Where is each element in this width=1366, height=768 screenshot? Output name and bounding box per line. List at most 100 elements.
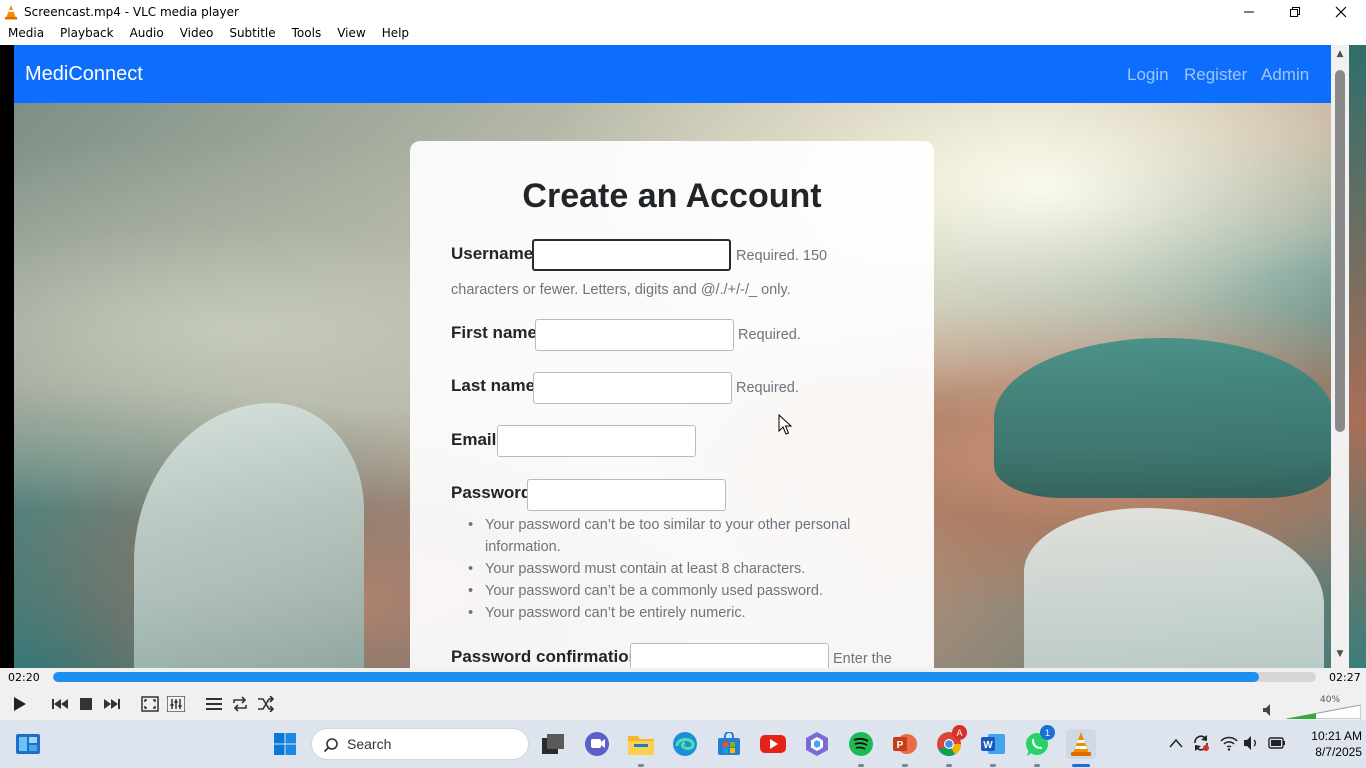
start-button[interactable] [270, 729, 300, 759]
previous-icon [52, 699, 68, 709]
seek-slider[interactable] [53, 672, 1316, 682]
widgets-button[interactable] [13, 729, 43, 759]
playback-controls: 40% [0, 688, 1366, 720]
playlist-button[interactable] [203, 693, 225, 715]
password-rule: Your password can’t be too similar to yo… [452, 514, 892, 536]
volume-slider[interactable] [1286, 705, 1361, 719]
teams-chat-button[interactable] [582, 729, 612, 759]
vlc-cone-icon [5, 4, 17, 19]
total-time: 02:27 [1329, 671, 1361, 684]
menu-tools[interactable]: Tools [284, 23, 330, 44]
menu-help[interactable]: Help [374, 23, 417, 44]
running-indicator [990, 764, 996, 767]
mouse-cursor-icon [778, 414, 792, 435]
running-indicator [902, 764, 908, 767]
sync-icon[interactable] [1192, 734, 1210, 752]
play-icon [14, 697, 26, 711]
site-brand[interactable]: MediConnect [25, 63, 143, 86]
username-input[interactable] [532, 239, 731, 271]
nav-register[interactable]: Register [1184, 65, 1247, 85]
word-button[interactable]: W [978, 729, 1008, 759]
loop-button[interactable] [229, 693, 251, 715]
powerpoint-button[interactable]: P [890, 729, 920, 759]
spotify-button[interactable] [846, 729, 876, 759]
clock[interactable]: 10:21 AM 8/7/2025 [1290, 728, 1362, 760]
volume-percent: 40% [1320, 695, 1341, 705]
password-confirmation-input[interactable] [630, 643, 829, 668]
menu-audio[interactable]: Audio [122, 23, 172, 44]
shuffle-button[interactable] [255, 693, 277, 715]
menu-subtitle[interactable]: Subtitle [221, 23, 283, 44]
password-rules-list: Your password can’t be too similar to yo… [452, 514, 892, 624]
close-icon [1335, 6, 1347, 17]
menu-media[interactable]: Media [0, 23, 52, 44]
fullscreen-button[interactable] [139, 693, 161, 715]
password-confirmation-label: Password confirmation [451, 647, 639, 666]
password-rule-cont: information. [485, 539, 561, 555]
playlist-icon [206, 698, 222, 710]
vlc-taskbar-button[interactable] [1066, 729, 1096, 759]
task-view-icon [542, 734, 564, 754]
menu-playback[interactable]: Playback [52, 23, 122, 44]
youtube-button[interactable] [758, 729, 788, 759]
previous-button[interactable] [49, 693, 71, 715]
menu-video[interactable]: Video [172, 23, 222, 44]
password-rule: Your password can’t be entirely numeric. [452, 602, 892, 624]
chrome-profile-badge: A [952, 725, 967, 740]
last-name-input[interactable] [533, 372, 732, 404]
nav-admin[interactable]: Admin [1261, 65, 1309, 85]
wifi-icon[interactable] [1220, 735, 1238, 751]
edge-button[interactable] [670, 729, 700, 759]
vlc-icon [1071, 732, 1091, 756]
running-indicator [858, 764, 864, 767]
site-navbar: MediConnect Login Register Admin [14, 45, 1331, 103]
svg-text:P: P [897, 740, 904, 751]
scroll-down-icon[interactable]: ▼ [1335, 649, 1345, 659]
first-name-label: First name [451, 323, 537, 342]
copilot-button[interactable] [802, 729, 832, 759]
whatsapp-unread-badge: 1 [1040, 725, 1055, 740]
email-input[interactable] [497, 425, 696, 457]
chevron-up-icon[interactable] [1169, 738, 1183, 748]
task-view-button[interactable] [538, 729, 568, 759]
play-button[interactable] [6, 691, 32, 717]
next-button[interactable] [101, 693, 123, 715]
video-area[interactable]: MediConnect Login Register Admin Create … [0, 45, 1366, 668]
battery-icon[interactable] [1268, 735, 1286, 751]
password-label: Password [451, 483, 532, 502]
username-label: Username [451, 244, 534, 263]
fullscreen-icon [141, 696, 159, 712]
equalizer-icon [167, 696, 185, 712]
minimize-icon [1244, 11, 1254, 12]
page-scrollbar[interactable]: ▲ ▼ [1331, 45, 1349, 668]
password-input[interactable] [527, 479, 726, 511]
file-explorer-button[interactable] [626, 729, 656, 759]
nav-login[interactable]: Login [1127, 65, 1169, 85]
password-confirmation-help: Enter the [833, 651, 892, 667]
volume-icon[interactable] [1262, 703, 1276, 717]
scroll-up-icon[interactable]: ▲ [1335, 49, 1345, 59]
minimize-button[interactable] [1226, 0, 1272, 23]
elapsed-time: 02:20 [8, 671, 40, 684]
first-name-input[interactable] [535, 319, 734, 351]
extended-settings-button[interactable] [165, 693, 187, 715]
search-icon [323, 738, 338, 753]
menu-view[interactable]: View [329, 23, 373, 44]
window-title: Screencast.mp4 - VLC media player [24, 4, 239, 19]
restore-button[interactable] [1272, 0, 1318, 23]
svg-text:W: W [983, 740, 993, 751]
first-name-help: Required. [738, 327, 801, 343]
close-button[interactable] [1318, 0, 1364, 23]
chat-icon [585, 732, 609, 756]
taskbar-search[interactable]: Search [311, 728, 529, 760]
store-button[interactable] [714, 729, 744, 759]
running-indicator [638, 764, 644, 767]
speaker-icon[interactable] [1243, 735, 1259, 751]
search-placeholder: Search [347, 736, 392, 752]
stop-button[interactable] [75, 693, 97, 715]
left-surgeon-mask [134, 403, 364, 668]
copilot-icon [806, 732, 828, 756]
spotify-icon [849, 732, 873, 756]
next-icon [104, 699, 120, 709]
scrollbar-thumb[interactable] [1335, 70, 1345, 432]
